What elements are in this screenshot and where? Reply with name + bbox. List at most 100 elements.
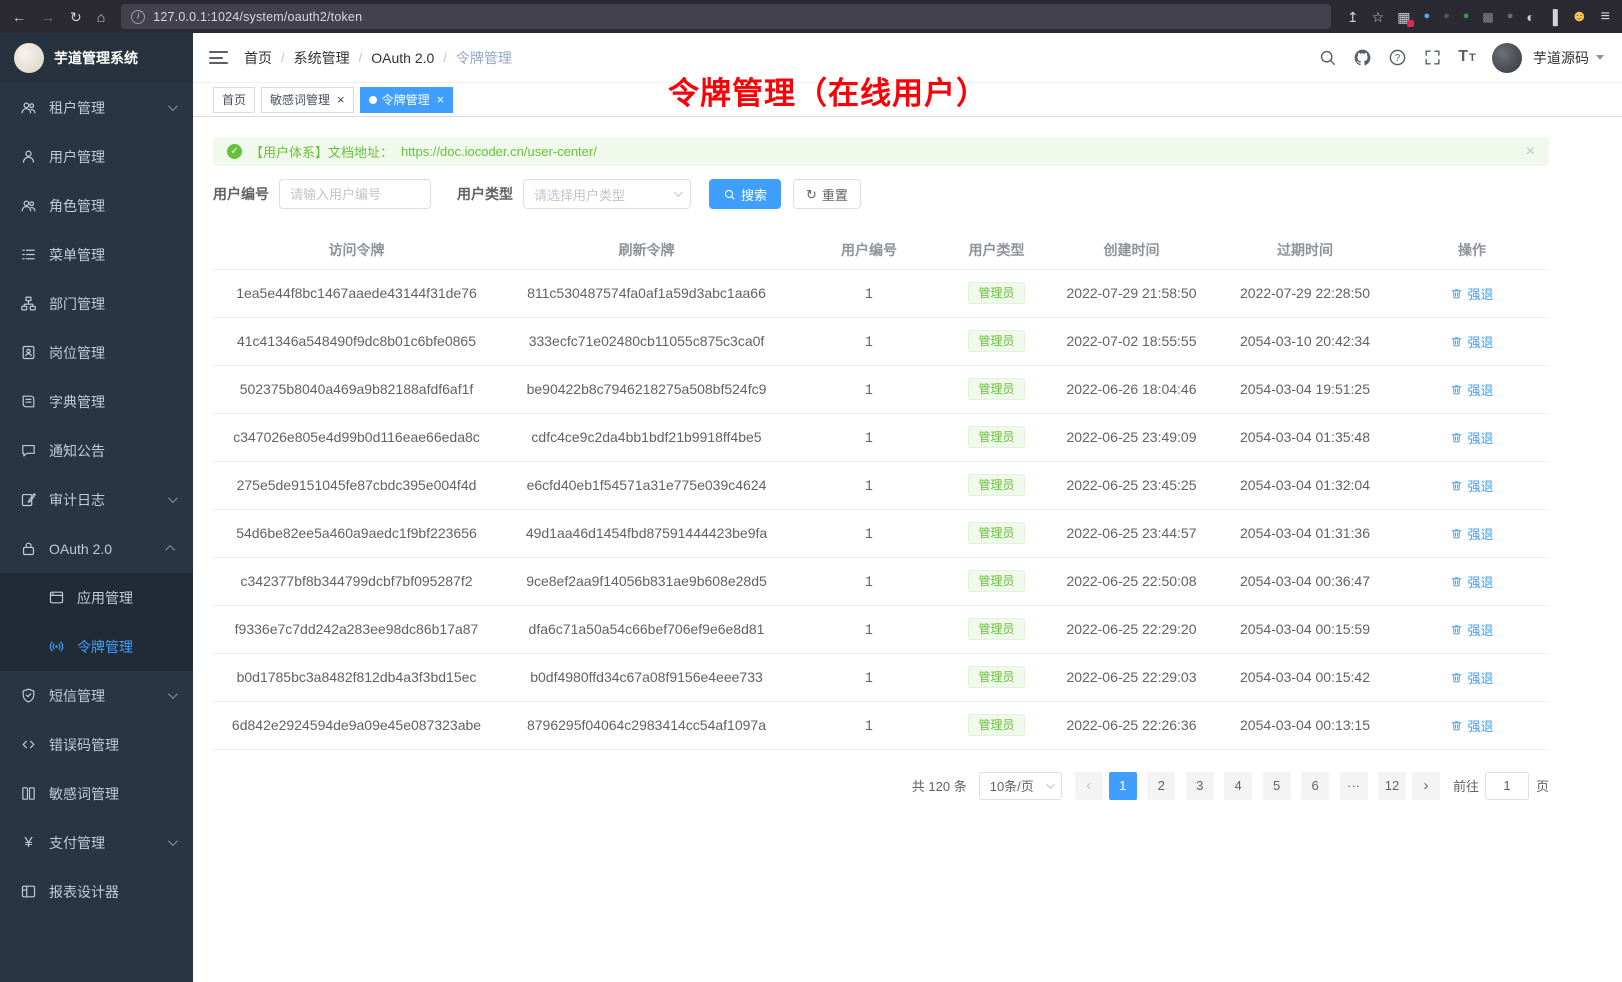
home-icon[interactable]: ⌂	[97, 10, 105, 24]
breadcrumb-item-home[interactable]: 首页	[244, 48, 272, 68]
sidebar-item-user[interactable]: 用户管理	[0, 132, 193, 181]
bookmark-icon[interactable]: ☆	[1372, 10, 1385, 24]
fullscreen-icon[interactable]	[1422, 48, 1442, 68]
breadcrumb-item-system[interactable]: 系统管理	[294, 48, 350, 68]
username[interactable]: 芋道源码	[1533, 48, 1589, 68]
force-logout-button[interactable]: 强退	[1450, 428, 1493, 447]
help-icon[interactable]	[1387, 48, 1407, 68]
sidebar-item-role[interactable]: 角色管理	[0, 181, 193, 230]
sidebar-item-sms[interactable]: 短信管理	[0, 671, 193, 720]
user-id-cell: 1	[793, 461, 945, 509]
sidebar-item-tenant[interactable]: 租户管理	[0, 83, 193, 132]
sidebar-item-dict[interactable]: 字典管理	[0, 377, 193, 426]
yen-icon: ¥	[20, 834, 37, 851]
puzzle-icon[interactable]: ▩	[1482, 11, 1493, 23]
back-icon[interactable]: ←	[12, 10, 26, 24]
page-size-select[interactable]: 10条/页	[979, 772, 1062, 800]
sidebar-item-audit-log[interactable]: 审计日志	[0, 475, 193, 524]
sidebar-item-sensitive-word[interactable]: 敏感词管理	[0, 769, 193, 818]
user-type-badge: 管理员	[968, 522, 1024, 544]
breadcrumb-item-current: 令牌管理	[456, 48, 512, 68]
force-logout-button[interactable]: 强退	[1450, 332, 1493, 351]
pin-blue-icon[interactable]: ●	[1423, 11, 1430, 22]
sidebar-item-pay[interactable]: ¥支付管理	[0, 818, 193, 867]
sidebar-item-dept[interactable]: 部门管理	[0, 279, 193, 328]
circle-green-icon[interactable]: ●	[1463, 11, 1470, 22]
force-logout-button[interactable]: 强退	[1450, 476, 1493, 495]
page-button[interactable]: 3	[1186, 772, 1214, 800]
forward-icon[interactable]: →	[41, 10, 55, 24]
tab-sensitive-word[interactable]: 敏感词管理×	[261, 87, 354, 113]
chat-icon	[20, 442, 37, 459]
refresh-token-cell: 333ecfc71e02480cb11055c875c3ca0f	[500, 317, 793, 365]
reset-button[interactable]: ↻ 重置	[793, 179, 861, 209]
menu-icon[interactable]: ≡	[1601, 9, 1610, 25]
share-icon[interactable]: ↥	[1347, 10, 1359, 24]
tab-token[interactable]: 令牌管理×	[360, 87, 454, 113]
sidebar-icon[interactable]: ▐	[1548, 10, 1558, 24]
site-info-icon[interactable]: i	[131, 10, 145, 24]
alert-close-icon[interactable]: ×	[1526, 144, 1535, 160]
circle-gray-icon[interactable]: ●	[1507, 11, 1514, 22]
table-row: 502375b8040a469a9b82188afdf6af1f be90422…	[213, 365, 1549, 413]
edit-icon	[20, 491, 37, 508]
force-logout-button[interactable]: 强退	[1450, 668, 1493, 687]
force-logout-button[interactable]: 强退	[1450, 572, 1493, 591]
hamburger-icon[interactable]	[209, 51, 228, 64]
sidebar-item-oauth2[interactable]: OAuth 2.0	[0, 524, 193, 573]
next-page-button[interactable]: ›	[1412, 772, 1440, 800]
sidebar-item-label: 报表设计器	[49, 882, 119, 902]
app-logo[interactable]: 芋道管理系统	[0, 33, 193, 83]
page-buttons: 1 2 3 4 5 6 ··· 12	[1106, 772, 1409, 800]
github-icon[interactable]	[1352, 48, 1372, 68]
user-type-select[interactable]: 请选择用户类型	[523, 179, 691, 209]
tab-home[interactable]: 首页	[213, 87, 255, 113]
force-logout-button[interactable]: 强退	[1450, 380, 1493, 399]
sidebar-item-label: 错误码管理	[49, 735, 119, 755]
sidebar-item-report-designer[interactable]: 报表设计器	[0, 867, 193, 916]
prev-page-button[interactable]: ‹	[1075, 772, 1103, 800]
page-button[interactable]: ···	[1340, 772, 1368, 800]
doc-link[interactable]: https://doc.iocoder.cn/user-center/	[401, 144, 597, 159]
sidebar-item-menu[interactable]: 菜单管理	[0, 230, 193, 279]
force-logout-button[interactable]: 强退	[1450, 620, 1493, 639]
circle-dark-icon[interactable]: ●	[1443, 11, 1450, 22]
user-avatar[interactable]	[1492, 43, 1522, 73]
tab-close-icon[interactable]: ×	[337, 93, 345, 106]
expire-time-cell: 2054-03-04 01:35:48	[1215, 413, 1395, 461]
user-type-badge: 管理员	[968, 474, 1024, 496]
url-bar[interactable]: i 127.0.0.1:1024/system/oauth2/token	[121, 4, 1331, 29]
sidebar-item-oauth2-app[interactable]: 应用管理	[0, 573, 193, 622]
font-size-icon[interactable]: TT	[1457, 48, 1477, 68]
breadcrumb-item-oauth2[interactable]: OAuth 2.0	[371, 50, 434, 66]
account-smiley-icon[interactable]: ☻	[1571, 9, 1588, 25]
sidebar-item-notice[interactable]: 通知公告	[0, 426, 193, 475]
page-button[interactable]: 2	[1147, 772, 1175, 800]
force-logout-button[interactable]: 强退	[1450, 524, 1493, 543]
sidebar-item-post[interactable]: 岗位管理	[0, 328, 193, 377]
page-button[interactable]: 1	[1109, 772, 1137, 800]
sidebar-item-oauth2-token[interactable]: 令牌管理	[0, 622, 193, 671]
table-row: 54d6be82ee5a460a9aedc1f9bf223656 49d1aa4…	[213, 509, 1549, 557]
sidebar-item-error-code[interactable]: 错误码管理	[0, 720, 193, 769]
page-button[interactable]: 5	[1263, 772, 1291, 800]
chevron-down-icon[interactable]	[1596, 55, 1604, 60]
goto-page-input[interactable]	[1485, 772, 1529, 800]
theme-half-icon[interactable]: ◐	[1526, 10, 1534, 24]
expire-time-cell: 2054-03-04 19:51:25	[1215, 365, 1395, 413]
pagination: 共 120 条 10条/页 ‹ 1 2 3 4 5	[213, 772, 1549, 800]
user-id-input[interactable]	[279, 179, 431, 209]
force-logout-button[interactable]: 强退	[1450, 284, 1493, 303]
goto-label: 前往	[1453, 776, 1479, 795]
page-button[interactable]: 12	[1378, 772, 1406, 800]
search-button[interactable]: 搜索	[709, 179, 781, 209]
search-icon[interactable]	[1317, 48, 1337, 68]
force-logout-button[interactable]: 强退	[1450, 716, 1493, 735]
col-expire-time: 过期时间	[1215, 231, 1395, 269]
refresh-icon[interactable]: ↻	[70, 10, 82, 24]
page-button[interactable]: 6	[1301, 772, 1329, 800]
extensions-icon[interactable]: ▦	[1397, 10, 1410, 24]
page-button[interactable]: 4	[1224, 772, 1252, 800]
tab-close-icon[interactable]: ×	[437, 93, 445, 106]
lock-icon	[20, 540, 37, 557]
